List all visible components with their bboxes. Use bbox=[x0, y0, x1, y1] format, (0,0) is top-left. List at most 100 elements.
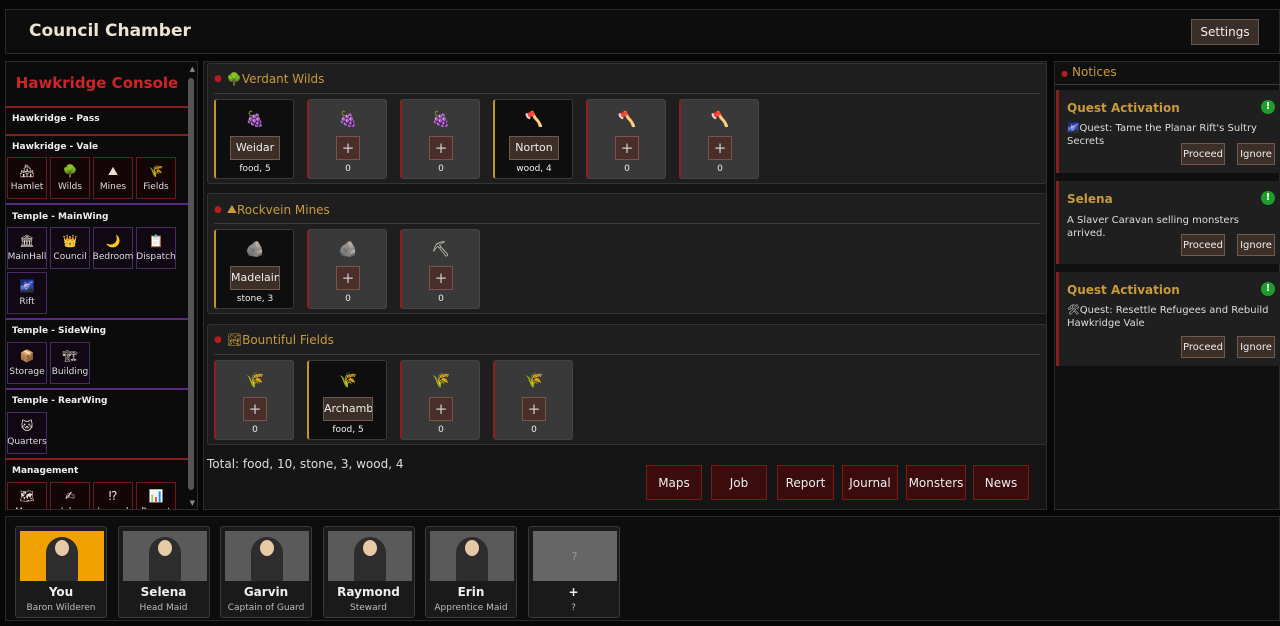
work-slot[interactable]: 🪨 Madelaine stone, 3 bbox=[214, 229, 294, 309]
party-member-card[interactable]: Erin Apprentice Maid bbox=[425, 526, 517, 618]
location-button-journal[interactable]: ⁉ Journal bbox=[93, 482, 133, 509]
ignore-button[interactable]: Ignore bbox=[1237, 143, 1275, 165]
avatar bbox=[20, 531, 104, 581]
work-slot[interactable]: 🌾 +0 bbox=[214, 360, 294, 440]
job-button[interactable]: Job bbox=[711, 465, 767, 500]
zone-title: Verdant Wilds bbox=[241, 72, 325, 86]
sidebar-scrollbar[interactable] bbox=[188, 78, 194, 490]
jobs-icon: ✍ bbox=[64, 489, 76, 503]
party-member-name: You bbox=[48, 585, 74, 599]
assigned-worker-button[interactable]: Weidar bbox=[230, 136, 280, 160]
party-member-card[interactable]: Selena Head Maid bbox=[117, 526, 210, 618]
work-slot[interactable]: 🪓 +0 bbox=[679, 99, 759, 179]
work-slot[interactable]: 🍇 +0 bbox=[400, 99, 480, 179]
location-button-label: Dispatch bbox=[136, 252, 176, 262]
add-worker-button[interactable]: + bbox=[429, 397, 453, 421]
add-worker-button[interactable]: + bbox=[429, 266, 453, 290]
notice-title: Selena bbox=[1067, 192, 1113, 206]
zone-divider bbox=[214, 93, 1040, 94]
add-worker-button[interactable]: + bbox=[336, 136, 360, 160]
work-slot[interactable]: 🪓 +0 bbox=[586, 99, 666, 179]
avatar bbox=[122, 531, 207, 581]
location-button-storage[interactable]: 📦 Storage bbox=[7, 342, 47, 384]
report-icon: 📊 bbox=[148, 489, 164, 503]
assigned-worker-button[interactable]: Norton bbox=[509, 136, 559, 160]
scroll-up-arrow[interactable]: ▲ bbox=[190, 65, 195, 73]
location-button-fields[interactable]: 🌾 Fields bbox=[136, 157, 176, 199]
work-slot[interactable]: ⛏ +0 bbox=[400, 229, 480, 309]
zone-rockvein-mines: ● ⛰Rockvein Mines 🪨 Madelaine stone, 3 🪨 +0 ⛏ +0 bbox=[207, 193, 1047, 314]
location-button-bedroom[interactable]: 🌙 Bedroom bbox=[93, 227, 133, 269]
party-member-name: Garvin bbox=[243, 585, 289, 599]
resource-icon: 🍇 bbox=[431, 110, 451, 128]
location-button-mines[interactable]: ⛰ Mines bbox=[93, 157, 133, 199]
proceed-button[interactable]: Proceed bbox=[1181, 336, 1225, 358]
slot-output: 0 bbox=[438, 294, 444, 304]
location-button-maps[interactable]: 🗺 Maps bbox=[7, 482, 47, 509]
location-button-label: Mines bbox=[99, 182, 127, 192]
resource-icon: 🪓 bbox=[710, 110, 730, 128]
work-slot[interactable]: 🌾 Archambault food, 5 bbox=[307, 360, 387, 440]
location-button-quarters[interactable]: 🐱 Quarters bbox=[7, 412, 47, 454]
add-worker-button[interactable]: + bbox=[336, 266, 360, 290]
add-worker-button[interactable]: + bbox=[522, 397, 546, 421]
rockvein-mines-icon: ⛰ bbox=[226, 202, 237, 216]
add-worker-button[interactable]: + bbox=[429, 136, 453, 160]
ignore-button[interactable]: Ignore bbox=[1237, 336, 1275, 358]
location-button-building[interactable]: 🏗 Building bbox=[50, 342, 90, 384]
ignore-button[interactable]: Ignore bbox=[1237, 234, 1275, 256]
add-worker-button[interactable]: + bbox=[615, 136, 639, 160]
zone-divider bbox=[214, 354, 1040, 355]
storage-icon: 📦 bbox=[19, 349, 35, 363]
location-button-label: Maps bbox=[15, 507, 39, 509]
location-button-wilds[interactable]: 🌳 Wilds bbox=[50, 157, 90, 199]
party-member-card[interactable]: Garvin Captain of Guard bbox=[220, 526, 312, 618]
add-worker-button[interactable]: + bbox=[708, 136, 732, 160]
location-button-report[interactable]: 📊 Report bbox=[136, 482, 176, 509]
journal-button[interactable]: Journal bbox=[842, 465, 898, 500]
notice-title: Quest Activation bbox=[1067, 283, 1180, 297]
work-slot[interactable]: 🪨 +0 bbox=[307, 229, 387, 309]
maps-button[interactable]: Maps bbox=[646, 465, 702, 500]
work-slot[interactable]: 🌾 +0 bbox=[493, 360, 573, 440]
resource-icon: 🪨 bbox=[245, 240, 265, 258]
section-divider bbox=[6, 458, 188, 460]
resource-icon: 🪓 bbox=[617, 110, 637, 128]
work-slot[interactable]: 🌾 +0 bbox=[400, 360, 480, 440]
location-button-label: Storage bbox=[9, 367, 45, 377]
location-button-label: Building bbox=[51, 367, 89, 377]
party-member-card[interactable]: You Baron Wilderen bbox=[15, 526, 107, 618]
location-button-rift[interactable]: 🌌 Rift bbox=[7, 272, 47, 314]
slot-output: 0 bbox=[624, 164, 630, 174]
proceed-button[interactable]: Proceed bbox=[1181, 234, 1225, 256]
location-button-hamlet[interactable]: 🏘 Hamlet bbox=[7, 157, 47, 199]
notice-text: 🛠Quest: Resettle Refugees and Rebuild Ha… bbox=[1067, 305, 1269, 329]
notices-title: Notices bbox=[1071, 65, 1117, 79]
bullet-icon: ● bbox=[214, 335, 222, 345]
empty-avatar-placeholder: ? bbox=[571, 549, 578, 563]
report-button[interactable]: Report bbox=[777, 465, 834, 500]
work-slot[interactable]: 🪓 Norton wood, 4 bbox=[493, 99, 573, 179]
work-slot[interactable]: 🍇 +0 bbox=[307, 99, 387, 179]
work-slot[interactable]: 🍇 Weidar food, 5 bbox=[214, 99, 294, 179]
location-button-dispatch[interactable]: 📋 Dispatch bbox=[136, 227, 176, 269]
location-button-jobs[interactable]: ✍ Jobs bbox=[50, 482, 90, 509]
assigned-worker-button[interactable]: Archambault bbox=[323, 397, 373, 421]
location-button-mainhall[interactable]: 🏛 MainHall bbox=[7, 227, 47, 269]
party-member-card[interactable]: ? +? bbox=[527, 526, 620, 618]
party-member-card[interactable]: Raymond Steward bbox=[322, 526, 415, 618]
section-divider bbox=[6, 318, 188, 320]
settings-button[interactable]: Settings bbox=[1191, 19, 1259, 45]
proceed-button[interactable]: Proceed bbox=[1181, 143, 1225, 165]
notice-card: Quest Activation! 🛠Quest: Resettle Refuge… bbox=[1056, 272, 1280, 366]
section-divider bbox=[6, 203, 188, 205]
alert-icon: ! bbox=[1261, 191, 1275, 205]
location-button-council[interactable]: 👑 Council bbox=[50, 227, 90, 269]
news-button[interactable]: News bbox=[973, 465, 1029, 500]
assigned-worker-button[interactable]: Madelaine bbox=[230, 266, 280, 290]
section-label-pass[interactable]: Hawkridge - Pass bbox=[12, 114, 100, 124]
add-worker-button[interactable]: + bbox=[243, 397, 267, 421]
notices-panel: ● Notices Quest Activation! 🌌Quest: Tame t… bbox=[1054, 61, 1280, 510]
monsters-button[interactable]: Monsters bbox=[906, 465, 966, 500]
scroll-down-arrow[interactable]: ▼ bbox=[190, 499, 195, 507]
